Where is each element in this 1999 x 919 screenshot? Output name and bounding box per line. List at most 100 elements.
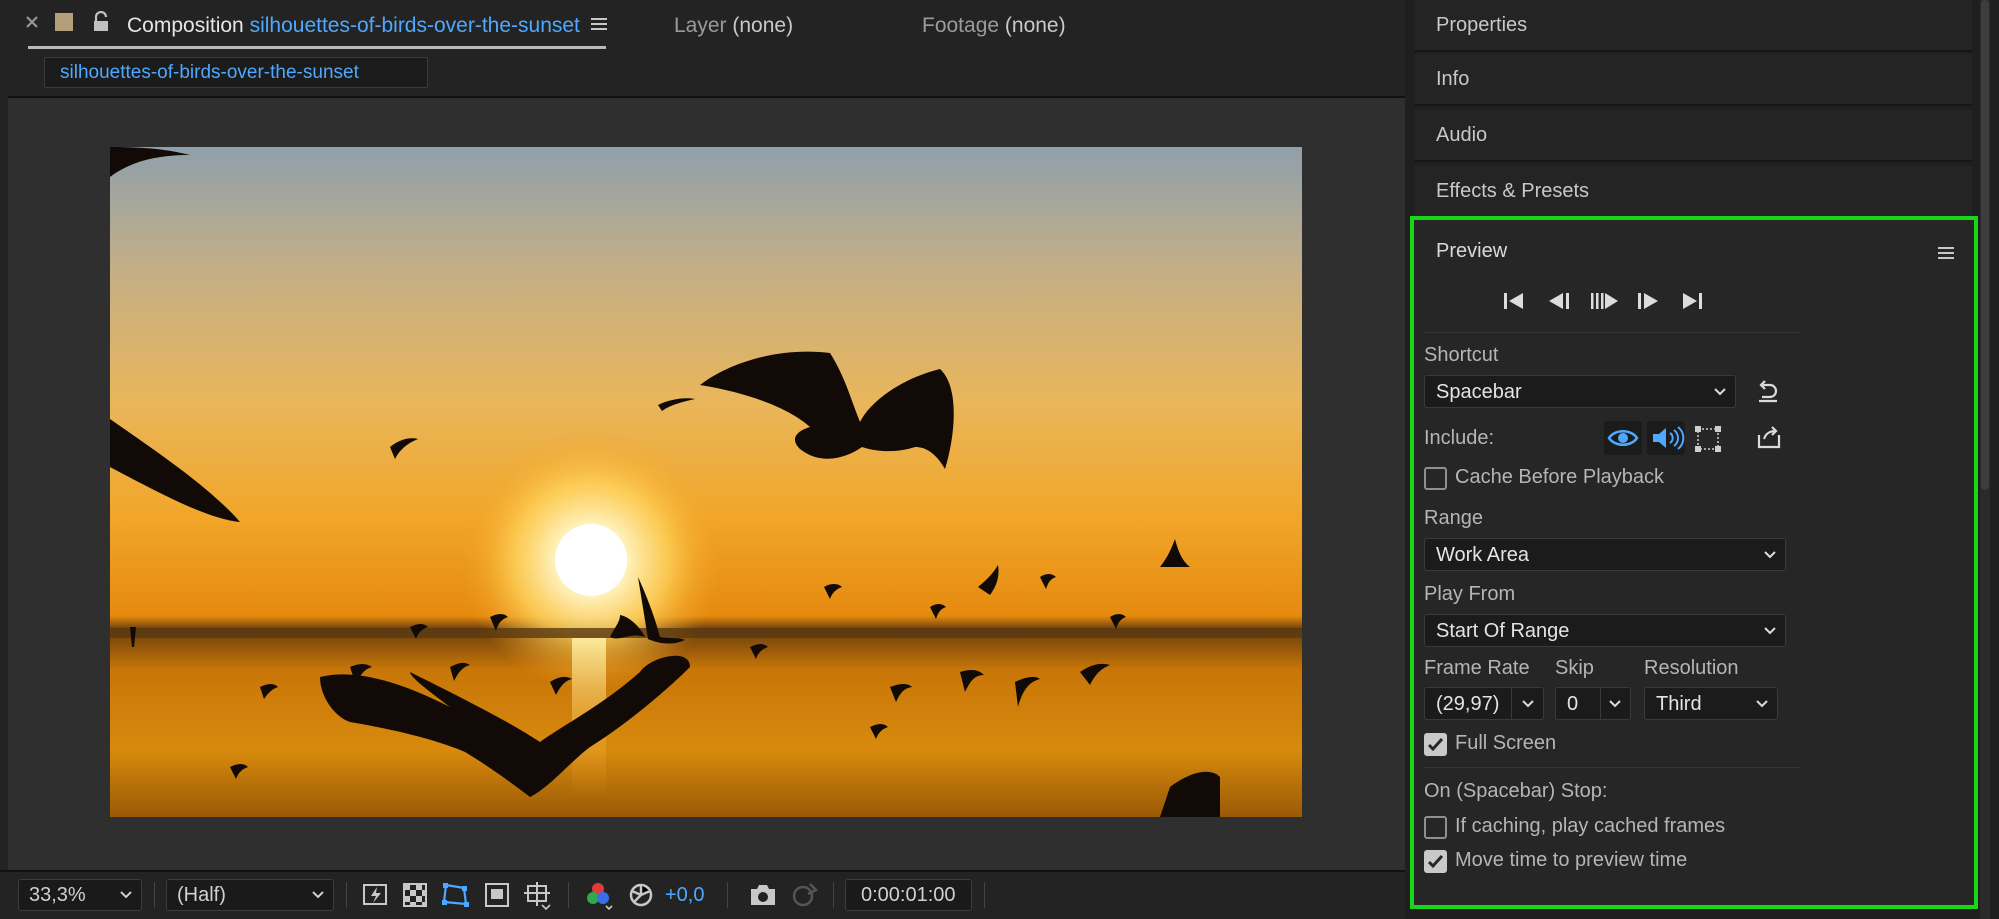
skip-value: 0 [1567,693,1579,715]
toolbar-separator [984,882,985,908]
if-caching-label: If caching, play cached frames [1455,815,1726,837]
panel-scrollbar-thumb[interactable] [1981,0,1989,490]
chevron-down-icon [1714,388,1726,396]
play-from-value: Start Of Range [1436,620,1570,642]
include-audio-speaker-icon[interactable] [1647,421,1685,455]
color-management-icon[interactable] [628,882,654,908]
toolbar-separator [833,882,834,908]
chevron-down-icon [1609,700,1621,708]
shortcut-dropdown[interactable]: Spacebar [1424,375,1736,408]
export-icon[interactable] [1756,425,1782,449]
audio-panel-label: Audio [1436,124,1488,146]
timecode-value: 0:00:01:00 [861,884,956,906]
toolbar-separator [154,882,155,908]
cache-before-playback-label: Cache Before Playback [1455,466,1665,488]
preview-resolution-dropdown[interactable]: Third [1644,687,1778,720]
divider [1424,767,1800,768]
include-overlays-icon[interactable] [1694,425,1722,453]
checkmark-icon [1427,737,1444,752]
cache-before-playback-checkbox[interactable] [1424,467,1447,490]
preview-panel: Preview Shortcut Spacebar Include: Cache… [1410,216,1978,909]
layer-tab-value: (none) [732,14,794,37]
channel-rgb-icon[interactable] [586,882,614,910]
properties-panel-label: Properties [1436,14,1528,36]
composition-navigator-chip[interactable]: silhouettes-of-birds-over-the-sunset [44,57,428,88]
mask-visibility-icon[interactable] [441,882,469,908]
previous-frame-icon[interactable] [1547,291,1571,311]
checkmark-icon [1427,854,1444,869]
composition-tab-prefix: Composition [127,14,244,37]
frame-rate-dropdown[interactable]: (29,97) [1424,687,1544,720]
include-label: Include: [1424,427,1495,449]
chevron-down-icon [1764,551,1776,559]
lock-icon[interactable] [92,11,110,33]
fast-previews-icon[interactable] [362,882,390,908]
frame-rate-label: Frame Rate [1424,657,1530,679]
divider [1600,688,1601,719]
zoom-dropdown[interactable]: 33,3% [18,879,142,911]
effects-presets-panel-label: Effects & Presets [1436,180,1590,202]
toolbar-separator [346,882,347,908]
divider [1424,332,1800,333]
resolution-dropdown[interactable]: (Half) [166,879,334,911]
zoom-value: 33,3% [29,884,86,906]
composition-frame-image[interactable] [110,147,1302,817]
if-caching-checkbox[interactable] [1424,816,1447,839]
info-panel-header[interactable]: Info [1414,54,1972,106]
play-from-label: Play From [1424,583,1516,605]
last-frame-icon[interactable] [1680,291,1704,311]
transparency-grid-icon[interactable] [403,883,427,907]
include-video-eye-icon[interactable] [1604,421,1642,455]
composition-navigator-label: silhouettes-of-birds-over-the-sunset [60,62,359,83]
frame-rate-value: (29,97) [1436,693,1500,715]
panel-menu-icon[interactable] [591,17,607,31]
audio-panel-header[interactable]: Audio [1414,110,1972,162]
divider [1511,688,1512,719]
preview-resolution-value: Third [1656,693,1702,715]
exposure-value[interactable]: +0,0 [665,884,704,907]
footage-tab[interactable]: Footage (none) [922,14,1066,38]
info-panel-label: Info [1436,68,1470,90]
layer-tab[interactable]: Layer (none) [674,14,793,38]
active-tab-indicator [28,46,606,49]
toolbar-separator [568,882,569,908]
footage-tab-prefix: Footage [922,14,1000,37]
shortcut-label: Shortcut [1424,344,1499,366]
range-label: Range [1424,507,1483,529]
composition-tab[interactable]: Composition silhouettes-of-birds-over-th… [127,14,580,38]
label-color-swatch[interactable] [55,13,73,31]
preview-panel-title: Preview [1436,240,1508,262]
chevron-down-icon [1756,700,1768,708]
grid-guides-icon[interactable] [524,882,552,910]
current-time-display[interactable]: 0:00:01:00 [845,879,972,911]
properties-panel-header[interactable]: Properties [1414,0,1972,52]
composition-panel-header: Composition silhouettes-of-birds-over-th… [0,0,1405,96]
skip-dropdown[interactable]: 0 [1555,687,1631,720]
play-from-dropdown[interactable]: Start Of Range [1424,614,1786,647]
panel-menu-icon[interactable] [1938,246,1954,260]
range-dropdown[interactable]: Work Area [1424,538,1786,571]
composition-tab-name: silhouettes-of-birds-over-the-sunset [249,14,580,37]
chevron-down-icon [1764,627,1776,635]
first-frame-icon[interactable] [1502,291,1526,311]
close-icon[interactable] [25,15,39,29]
next-frame-icon[interactable] [1636,291,1660,311]
effects-presets-panel-header[interactable]: Effects & Presets [1414,166,1972,218]
viewer-toolbar: 33,3% (Half) +0,0 0:00:01:00 [0,870,1405,919]
play-pause-icon[interactable] [1590,291,1620,311]
chevron-down-icon [1522,700,1534,708]
full-screen-checkbox[interactable] [1424,733,1447,756]
move-time-checkbox[interactable] [1424,850,1447,873]
reset-icon[interactable] [1756,380,1780,404]
camera-snapshot-icon[interactable] [749,883,777,907]
show-snapshot-icon[interactable] [790,881,818,909]
range-value: Work Area [1436,544,1529,566]
move-time-label: Move time to preview time [1455,849,1688,871]
resolution-value: (Half) [177,884,226,906]
title-action-safe-icon[interactable] [485,883,509,907]
shortcut-value: Spacebar [1436,381,1522,403]
chevron-down-icon [312,891,324,899]
toolbar-separator [727,882,728,908]
chevron-down-icon [120,891,132,899]
skip-label: Skip [1555,657,1594,679]
